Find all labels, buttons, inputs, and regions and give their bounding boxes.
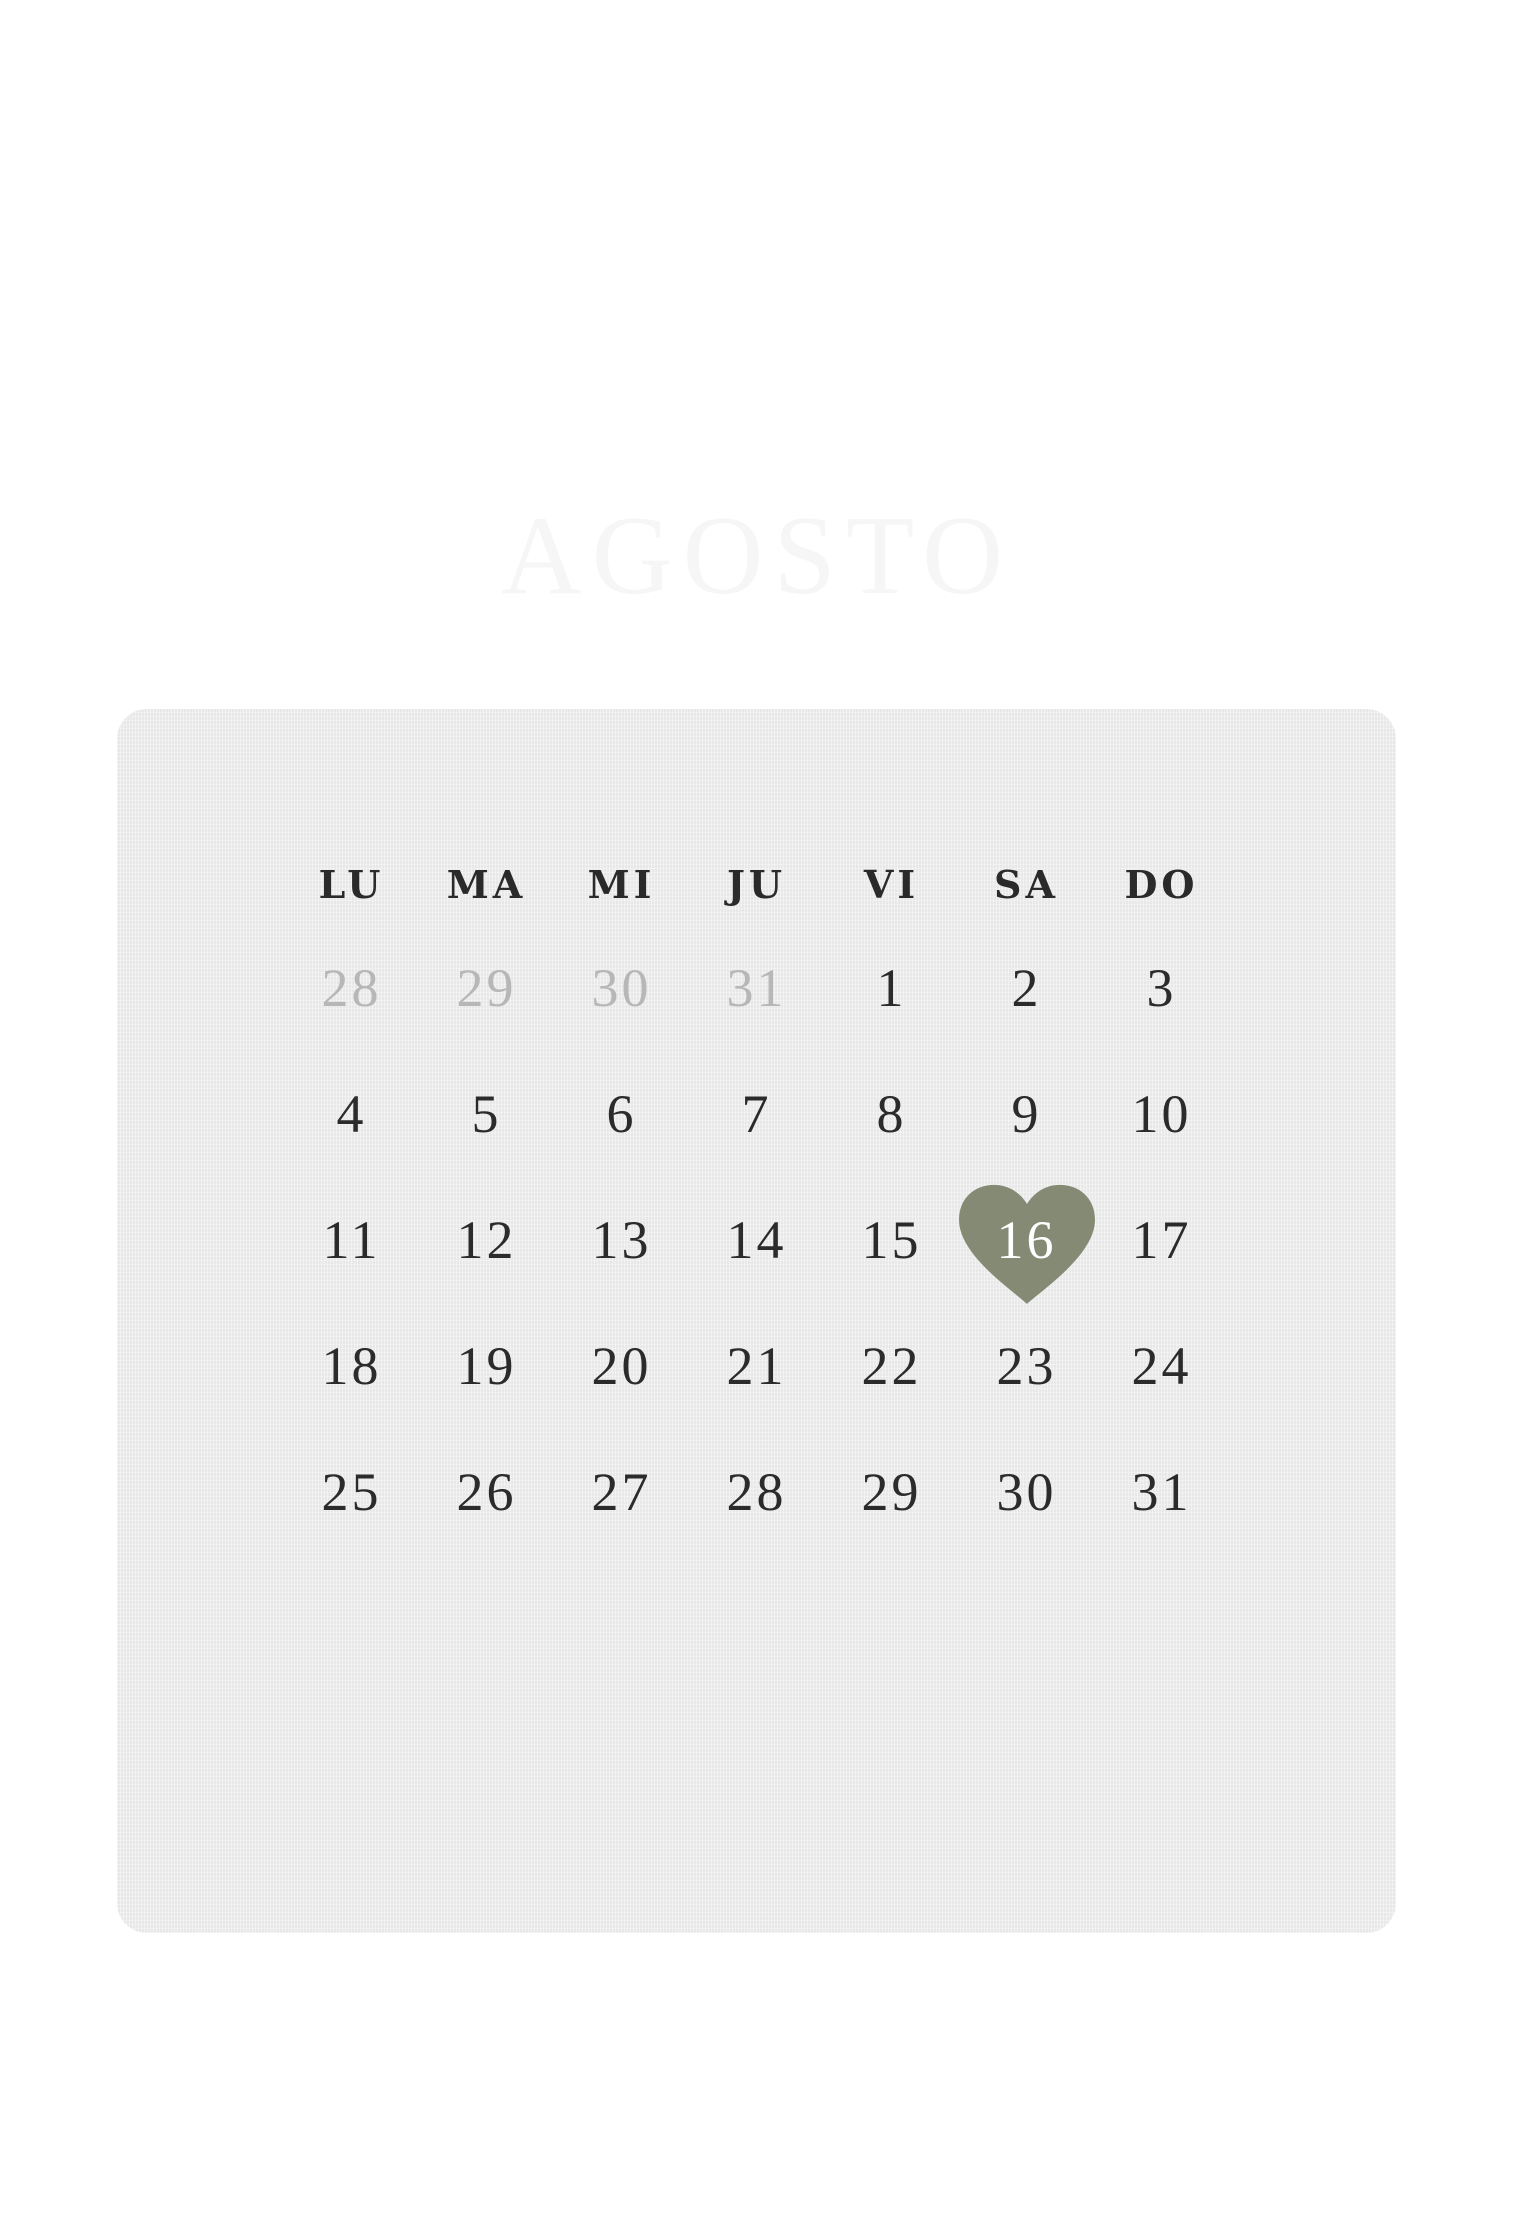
month-title: AGOSTO (500, 494, 1014, 618)
day-cell: 21 (726, 1336, 787, 1396)
day-cell: 8 (876, 1084, 907, 1144)
day-cell: 23 (996, 1336, 1057, 1396)
week-row: 25 26 27 28 29 30 31 (284, 1429, 1229, 1555)
day-cell: 22 (861, 1336, 922, 1396)
day-cell: 9 (1011, 1084, 1042, 1144)
weekday-label: VI (863, 862, 920, 907)
weekday-label: SA (994, 862, 1059, 907)
day-cell: 6 (606, 1084, 637, 1144)
day-cell: 13 (591, 1210, 652, 1270)
day-cell: 26 (456, 1462, 517, 1522)
week-row: 11 12 13 14 15 16 17 (284, 1177, 1229, 1304)
day-cell: 11 (322, 1210, 381, 1270)
day-cell: 12 (456, 1210, 517, 1270)
day-cell: 7 (741, 1084, 772, 1144)
day-cell-previous-month: 30 (591, 958, 652, 1018)
day-cell: 15 (861, 1210, 922, 1270)
week-row: 18 19 20 21 22 23 24 (284, 1303, 1229, 1429)
week-row: 28 29 30 31 1 2 3 (284, 925, 1229, 1051)
weekday-label: MA (446, 862, 527, 907)
day-cell: 31 (1131, 1462, 1192, 1522)
day-cell: 3 (1146, 958, 1177, 1018)
day-cell: 29 (861, 1462, 922, 1522)
day-cell: 19 (456, 1336, 517, 1396)
day-cell: 20 (591, 1336, 652, 1396)
day-cell: 5 (471, 1084, 502, 1144)
day-cell: 28 (726, 1462, 787, 1522)
weekday-label: JU (726, 862, 787, 907)
calendar-page: AGOSTO LU MA MI JU VI SA DO 28 29 30 31 … (0, 0, 1514, 2218)
weekday-label: MI (587, 862, 656, 907)
weekday-header-row: LU MA MI JU VI SA DO (284, 845, 1229, 925)
day-cell-previous-month: 31 (726, 958, 787, 1018)
day-cell: 1 (876, 958, 907, 1018)
day-cell: 17 (1131, 1210, 1192, 1270)
weekday-label: DO (1124, 862, 1199, 907)
calendar-grid: LU MA MI JU VI SA DO 28 29 30 31 1 2 3 4… (284, 845, 1229, 1555)
day-cell: 27 (591, 1462, 652, 1522)
day-cell: 24 (1131, 1336, 1192, 1396)
highlighted-day-number: 16 (996, 1210, 1057, 1270)
day-cell: 18 (321, 1336, 382, 1396)
day-cell: 2 (1011, 958, 1042, 1018)
day-cell: 10 (1131, 1084, 1192, 1144)
day-cell: 30 (996, 1462, 1057, 1522)
day-cell: 14 (726, 1210, 787, 1270)
day-cell: 25 (321, 1462, 382, 1522)
day-cell: 4 (336, 1084, 367, 1144)
week-row: 4 5 6 7 8 9 10 (284, 1051, 1229, 1177)
highlighted-day-cell: 16 (958, 1177, 1095, 1304)
day-cell-previous-month: 29 (456, 958, 517, 1018)
day-cell-previous-month: 28 (321, 958, 382, 1018)
weekday-label: LU (318, 862, 385, 907)
